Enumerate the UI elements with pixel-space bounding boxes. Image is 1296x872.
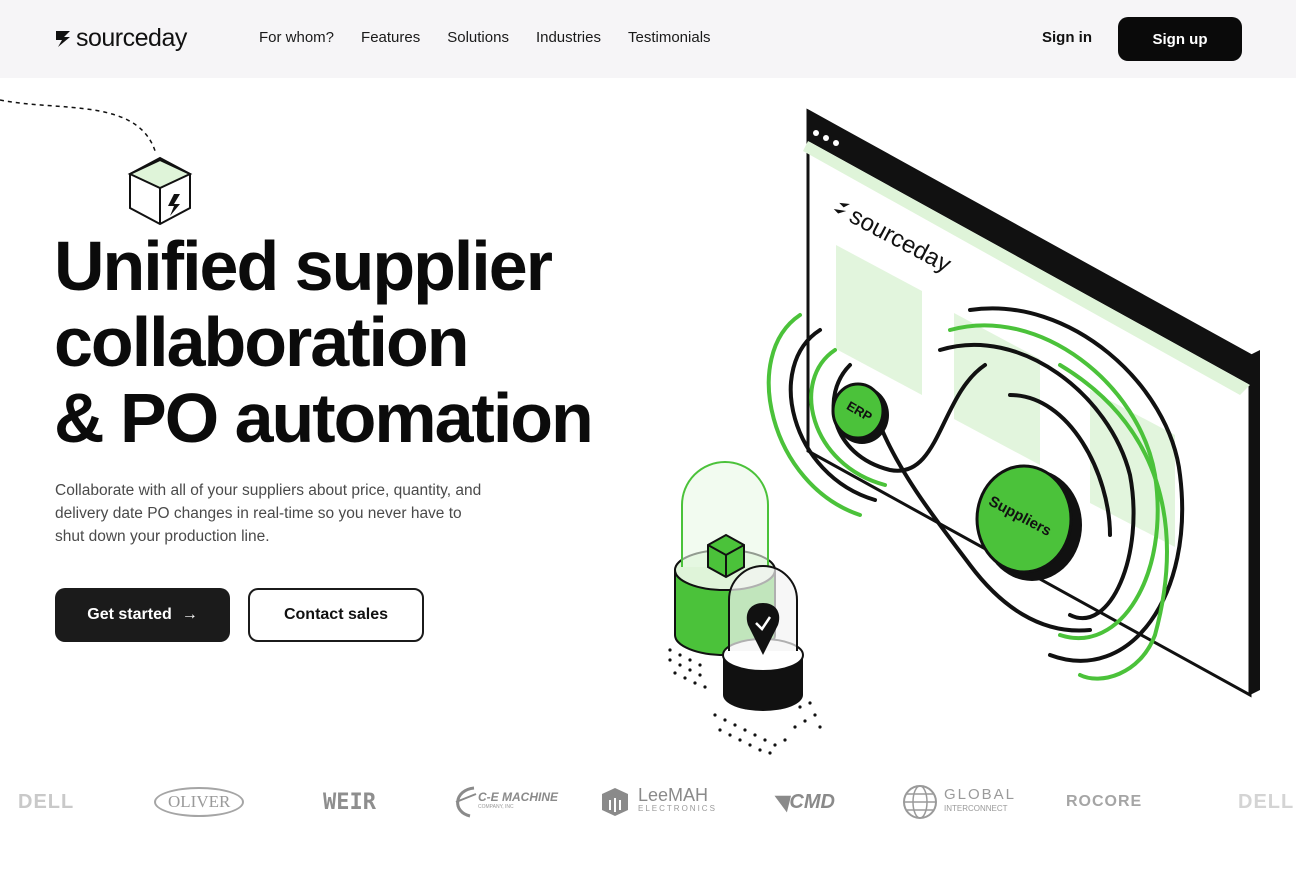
hero-title-line-1: Unified supplier bbox=[54, 227, 553, 305]
customer-logo-oliver: OLIVER bbox=[154, 778, 245, 826]
leemah-cube-icon bbox=[602, 788, 628, 816]
customer-logo-rocore: ROCORE bbox=[1066, 793, 1143, 810]
customer-logo-dell: DELL bbox=[18, 790, 75, 813]
arrow-right-icon: → bbox=[181, 606, 198, 623]
site-header: sourceday For whom? Features Solutions I… bbox=[0, 0, 1296, 78]
location-pedestal bbox=[722, 565, 804, 711]
nav-testimonials[interactable]: Testimonials bbox=[628, 29, 711, 46]
customer-logo-cmd: ◥ CMD bbox=[772, 790, 835, 814]
customer-logo-ce-machine: C-E MACHINE COMPANY, INC bbox=[450, 778, 558, 826]
hero-title-line-3: & PO automation bbox=[54, 379, 594, 457]
customer-logo-weir: WEIR bbox=[323, 789, 376, 815]
hero-title: Unified supplier collaboration & PO auto… bbox=[54, 228, 694, 456]
customer-logo-dell-2: DELL bbox=[1238, 790, 1295, 813]
contact-sales-label: Contact sales bbox=[283, 606, 389, 623]
nav-for-whom[interactable]: For whom? bbox=[259, 29, 334, 46]
sign-up-button[interactable]: Sign up bbox=[1118, 17, 1242, 61]
get-started-button[interactable]: Get started → bbox=[55, 588, 230, 642]
get-started-label: Get started bbox=[87, 606, 172, 623]
main-nav: For whom? Features Solutions Industries … bbox=[259, 29, 738, 46]
cmd-chevron-icon: ◥ bbox=[772, 791, 788, 814]
nav-solutions[interactable]: Solutions bbox=[447, 29, 509, 46]
brand-logo[interactable]: sourceday bbox=[54, 24, 187, 53]
nav-features[interactable]: Features bbox=[361, 29, 420, 46]
customer-logo-leemah: LeeMAH ELECTRONICS bbox=[600, 778, 717, 826]
bolt-logo-icon bbox=[56, 30, 70, 47]
ce-machine-swirl-icon bbox=[455, 786, 477, 818]
sign-in-link[interactable]: Sign in bbox=[1042, 29, 1092, 46]
hero-title-line-2: collaboration bbox=[54, 303, 469, 381]
hero-illustration: sourceday ERP Suppliers bbox=[668, 108, 1260, 755]
nav-industries[interactable]: Industries bbox=[536, 29, 601, 46]
dashed-path-cube-decoration bbox=[0, 99, 193, 226]
customer-logo-global-interconnect: GLOBAL INTERCONNECT bbox=[902, 778, 1016, 826]
hero-subtitle: Collaborate with all of your suppliers a… bbox=[55, 482, 482, 545]
customer-logos-strip: DELL OLIVER WEIR C-E MACHINE COMPANY, IN… bbox=[0, 778, 1296, 826]
globe-icon bbox=[903, 785, 937, 819]
contact-sales-button[interactable]: Contact sales bbox=[248, 588, 424, 642]
brand-name: sourceday bbox=[76, 24, 187, 52]
